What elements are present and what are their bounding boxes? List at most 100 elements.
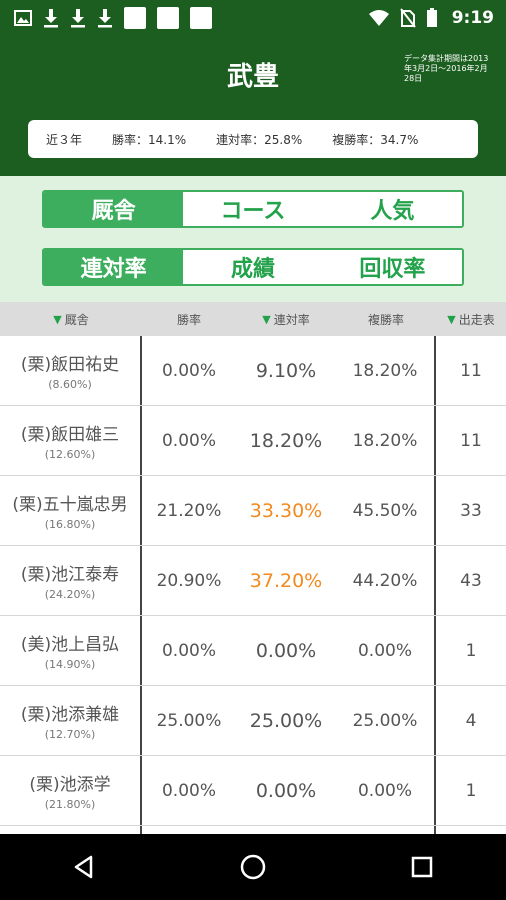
download-icon: [97, 8, 113, 28]
trainer-table: (栗)飯田祐史 (8.60%) 0.00% 9.10% 18.20% 11 (栗)飯田雄三(…: [0, 336, 506, 834]
stats-win-rate: 勝率：14.1%: [112, 132, 187, 147]
trainer-rate: (24.20%): [44, 588, 96, 601]
table-row[interactable]: (栗)池添兼雄 (12.70%) 25.00% 25.00% 25.00% 4: [0, 686, 506, 756]
trainer-name: (栗)五十嵐忠男: [12, 495, 128, 515]
navigation-bar: [0, 834, 506, 900]
col-header-stable[interactable]: ▼ 厩舎: [0, 311, 142, 328]
runs-cell: 11: [460, 430, 482, 451]
notification-square: [190, 7, 212, 29]
win-rate-cell: 20.90%: [156, 570, 222, 591]
header-label: 厩舎: [64, 312, 89, 327]
period-note: データ集計期間は2013年3月2日〜2016年2月28日: [404, 54, 489, 83]
trainer-rate: (14.90%): [44, 658, 96, 671]
runs-cell: 4: [465, 710, 477, 731]
header-label: 連対率: [273, 312, 310, 327]
tab-return-rate[interactable]: 回収率: [322, 250, 462, 284]
trainer-cell: (栗)五十嵐忠男 (16.80%): [0, 476, 142, 545]
trainer-name: (栗)池添兼雄: [20, 705, 120, 725]
no-sim-icon: [399, 8, 416, 28]
trainer-rate: (21.80%): [44, 798, 96, 811]
stats-show-rate: 複勝率：34.7%: [332, 132, 419, 147]
table-row[interactable]: (栗)飯田祐史 (8.60%) 0.00% 9.10% 18.20% 11: [0, 336, 506, 406]
table-row[interactable]: (栗)飯田雄三 (12.60%) 0.00% 18.20% 18.20% 11: [0, 406, 506, 476]
trainer-rate: (12.70%): [44, 728, 96, 741]
table-row[interactable]: [0, 826, 506, 834]
place-rate-cell: 25.00%: [249, 709, 323, 732]
category-tabs: 厩舎 コース 人気: [42, 190, 464, 228]
show-rate-cell: 45.50%: [336, 476, 436, 545]
clock: 9:19: [451, 8, 494, 28]
stats-place-rate: 連対率：25.8%: [216, 132, 303, 147]
show-rate-cell: [336, 826, 436, 834]
col-header-runs[interactable]: ▼ 出走表: [436, 311, 506, 328]
trainer-cell: [0, 826, 142, 834]
trainer-cell: (栗)飯田雄三 (12.60%): [0, 406, 142, 475]
runs-cell: 11: [460, 360, 482, 381]
notification-square: [157, 7, 179, 29]
place-rate-cell: 33.30%: [249, 499, 323, 522]
show-rate-cell: 25.00%: [336, 686, 436, 755]
tab-stable[interactable]: 厩舎: [44, 192, 184, 226]
download-icon: [43, 8, 59, 28]
show-rate-cell: 18.20%: [336, 406, 436, 475]
place-rate-cell: 18.20%: [249, 429, 323, 452]
trainer-rate: (8.60%): [48, 378, 92, 391]
runs-cell: 33: [460, 500, 482, 521]
col-header-place-rate[interactable]: ▼ 連対率: [236, 311, 336, 328]
filter-area: 厩舎 コース 人気 連対率 成績 回収率: [0, 176, 506, 302]
home-icon[interactable]: [223, 842, 283, 892]
tab-course[interactable]: コース: [183, 192, 323, 226]
win-rate-cell: 0.00%: [161, 640, 216, 661]
trainer-name: (栗)池添学: [29, 775, 111, 795]
table-header: ▼ 厩舎 勝率 ▼ 連対率 複勝率 ▼ 出走表: [0, 302, 506, 336]
show-rate-cell: 44.20%: [336, 546, 436, 615]
place-rate-cell: 9.10%: [255, 359, 317, 382]
trainer-name: (美)池上昌弘: [20, 635, 120, 655]
table-row[interactable]: (栗)五十嵐忠男 (16.80%) 21.20% 33.30% 45.50% 33: [0, 476, 506, 546]
trainer-cell: (栗)飯田祐史 (8.60%): [0, 336, 142, 405]
trainer-cell: (栗)池添学 (21.80%): [0, 756, 142, 825]
image-icon: [14, 9, 32, 27]
place-rate-cell: [236, 826, 336, 834]
win-rate-cell: 21.20%: [156, 500, 222, 521]
trainer-cell: (栗)池江泰寿 (24.20%): [0, 546, 142, 615]
table-row[interactable]: (栗)池添学 (21.80%) 0.00% 0.00% 0.00% 1: [0, 756, 506, 826]
col-header-win-rate: 勝率: [176, 312, 201, 327]
app-header: 武豊 データ集計期間は2013年3月2日〜2016年2月28日 近３年 勝率：1…: [0, 36, 506, 176]
sort-arrow-icon: ▼: [447, 312, 456, 326]
trainer-name: (栗)飯田祐史: [20, 355, 120, 375]
win-rate-cell: 0.00%: [161, 360, 216, 381]
stats-period: 近３年: [46, 132, 83, 147]
wifi-icon: [368, 9, 390, 27]
sort-arrow-icon: ▼: [53, 312, 62, 326]
download-icon: [70, 8, 86, 28]
stats-summary: 近３年 勝率：14.1% 連対率：25.8% 複勝率：34.7%: [28, 120, 478, 158]
trainer-cell: (美)池上昌弘 (14.90%): [0, 616, 142, 685]
notification-icons: [0, 7, 212, 29]
tab-place-rate[interactable]: 連対率: [44, 250, 184, 284]
place-rate-cell: 0.00%: [255, 639, 317, 662]
sort-arrow-icon: ▼: [262, 312, 271, 326]
win-rate-cell: 0.00%: [161, 780, 216, 801]
table-row[interactable]: (栗)池江泰寿 (24.20%) 20.90% 37.20% 44.20% 43: [0, 546, 506, 616]
recents-icon[interactable]: [392, 842, 452, 892]
runs-cell: 43: [460, 570, 482, 591]
win-rate-cell: [142, 826, 236, 834]
status-bar: 9:19: [0, 0, 506, 36]
back-icon[interactable]: [54, 842, 114, 892]
trainer-name: (栗)池江泰寿: [20, 565, 120, 585]
system-icons: 9:19: [368, 8, 506, 28]
header-label: 出走表: [458, 312, 495, 327]
tab-popularity[interactable]: 人気: [322, 192, 462, 226]
tab-results[interactable]: 成績: [183, 250, 323, 284]
notification-square: [124, 7, 146, 29]
runs-cell: [436, 826, 506, 834]
table-row[interactable]: (美)池上昌弘 (14.90%) 0.00% 0.00% 0.00% 1: [0, 616, 506, 686]
col-header-show-rate: 複勝率: [367, 312, 404, 327]
trainer-rate: (16.80%): [44, 518, 96, 531]
metric-tabs: 連対率 成績 回収率: [42, 248, 464, 286]
trainer-rate: (12.60%): [44, 448, 96, 461]
battery-icon: [426, 8, 438, 28]
place-rate-cell: 0.00%: [255, 779, 317, 802]
place-rate-cell: 37.20%: [249, 569, 323, 592]
